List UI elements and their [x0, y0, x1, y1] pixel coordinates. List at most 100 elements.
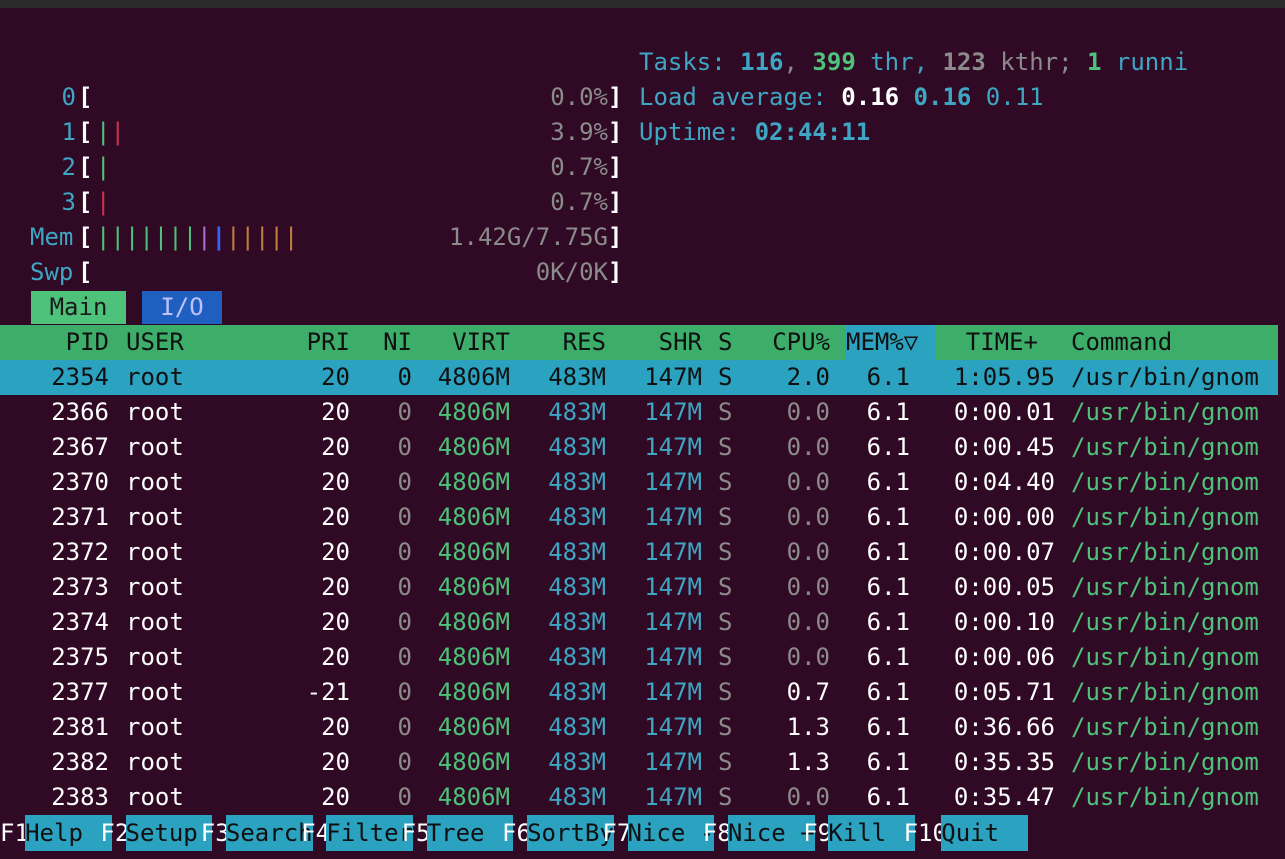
fkey-f7-label[interactable]: Nice -: [627, 815, 715, 851]
time-cell: 0:00.45: [953, 433, 1055, 461]
table-row[interactable]: 2371 root 20 0 4806M 483M 147M S 0.0 6.1 0:00.00/u…: [0, 500, 1278, 535]
nice-cell: 0: [397, 468, 412, 496]
time-cell: 0:05.71: [953, 678, 1055, 706]
column-shr[interactable]: SHR: [606, 325, 702, 360]
command-cell: /usr/bin/gnom: [1071, 398, 1259, 426]
column-state[interactable]: S: [718, 325, 732, 360]
threads-label: thr,: [855, 48, 943, 76]
meter-bracket-close: ]: [608, 83, 623, 111]
user-cell: root: [126, 573, 184, 601]
res-cell: 483M: [548, 503, 606, 531]
column-mem[interactable]: MEM%▽: [846, 325, 918, 360]
user-cell: root: [126, 468, 184, 496]
virt-cell: 4806M: [437, 538, 510, 566]
time-cell: 0:36.66: [953, 713, 1055, 741]
nice-cell: 0: [397, 678, 412, 706]
pid-cell: 2381: [51, 713, 109, 741]
shr-cell: 147M: [644, 713, 702, 741]
column-pid[interactable]: PID: [0, 325, 109, 360]
column-user[interactable]: USER: [126, 325, 184, 360]
column-cpu[interactable]: CPU%: [750, 325, 830, 360]
tab-io[interactable]: I/O: [142, 291, 222, 324]
column-time[interactable]: TIME+: [910, 325, 1038, 360]
table-row[interactable]: 2366 root 20 0 4806M 483M 147M S 0.0 6.1 0:00.01/u…: [0, 395, 1278, 430]
tab-main[interactable]: Main: [31, 291, 126, 324]
time-cell: 0:00.00: [953, 503, 1055, 531]
nice-cell: 0: [397, 748, 412, 776]
table-row[interactable]: 2373 root 20 0 4806M 483M 147M S 0.0 6.1 0:00.05/u…: [0, 570, 1278, 605]
state-cell: S: [718, 748, 733, 776]
state-cell: S: [718, 608, 733, 636]
table-row[interactable]: 2374 root 20 0 4806M 483M 147M S 0.0 6.1 0:00.10/u…: [0, 605, 1278, 640]
command-cell: /usr/bin/gnom: [1071, 678, 1259, 706]
meter-bracket-close: ]: [608, 258, 623, 286]
column-command[interactable]: Command: [1071, 325, 1172, 360]
swap-meter-label: Swp: [30, 258, 74, 286]
virt-cell: 4806M: [437, 398, 510, 426]
table-row[interactable]: 2383 root 20 0 4806M 483M 147M S 0.0 6.1 0:35.47/u…: [0, 780, 1278, 815]
virt-cell: 4806M: [437, 748, 510, 776]
pid-cell: 2367: [51, 433, 109, 461]
state-cell: S: [718, 468, 733, 496]
load-15min: 0.11: [985, 83, 1044, 111]
column-ni[interactable]: NI: [362, 325, 412, 360]
table-row-selected[interactable]: 2354 root 20 0 4806M 483M 147M S 2.0 6.1 1:05.95/u…: [0, 360, 1278, 395]
fkey-f1-label[interactable]: Help: [25, 815, 112, 851]
column-res[interactable]: RES: [510, 325, 606, 360]
res-cell: 483M: [548, 433, 606, 461]
virt-cell: 4806M: [437, 713, 510, 741]
priority-cell: 20: [321, 433, 350, 461]
priority-cell: 20: [321, 363, 350, 391]
cpu-meter-value: 0.0%: [550, 83, 608, 111]
user-cell: root: [126, 503, 184, 531]
fkey-f10-label[interactable]: Quit: [941, 815, 1028, 851]
fkey-f3-label[interactable]: Search: [225, 815, 313, 851]
cpu-cell: 1.3: [786, 713, 830, 741]
meter-bracket-open: [: [78, 153, 93, 181]
time-cell: 0:00.01: [953, 398, 1055, 426]
fkey-f2-label[interactable]: Setup: [125, 815, 213, 851]
res-cell: 483M: [548, 783, 606, 811]
command-cell: /usr/bin/gnom: [1071, 468, 1259, 496]
state-cell: S: [718, 398, 733, 426]
uptime-value: 02:44:11: [754, 118, 871, 146]
user-cell: root: [126, 678, 184, 706]
virt-cell: 4806M: [437, 363, 510, 391]
state-cell: S: [718, 643, 733, 671]
time-cell: 0:00.06: [953, 643, 1055, 671]
fkey-f6-label[interactable]: SortBy: [527, 815, 614, 851]
state-cell: S: [718, 433, 733, 461]
cpu-meter-1: 1[|| 3.9%]: [0, 80, 623, 146]
user-cell: root: [126, 433, 184, 461]
shr-cell: 147M: [644, 398, 702, 426]
column-pri[interactable]: PRI: [270, 325, 350, 360]
cpu-cell: 0.7: [786, 678, 830, 706]
fkey-f5-label[interactable]: Tree: [426, 815, 514, 851]
table-row[interactable]: 2370 root 20 0 4806M 483M 147M S 0.0 6.1 0:04.40/u…: [0, 465, 1278, 500]
mem-cell: 6.1: [866, 573, 910, 601]
tasks-summary: Tasks: 116, 399 thr, 123 kthr; 1 runni: [639, 48, 1189, 76]
load-5min: 0.16: [913, 83, 972, 111]
running-count: 1: [1087, 48, 1102, 76]
tasks-label: Tasks:: [639, 48, 741, 76]
time-cell: 0:00.10: [953, 608, 1055, 636]
res-cell: 483M: [548, 573, 606, 601]
table-row[interactable]: 2377 root -21 0 4806M 483M 147M S 0.7 6.1 0:05.71 /…: [0, 675, 1278, 710]
table-row[interactable]: 2381 root 20 0 4806M 483M 147M S 1.3 6.1 0:36.66/u…: [0, 710, 1278, 745]
res-cell: 483M: [548, 678, 606, 706]
priority-cell: 20: [321, 608, 350, 636]
nice-cell: 0: [397, 398, 412, 426]
pid-cell: 2373: [51, 573, 109, 601]
table-row[interactable]: 2382 root 20 0 4806M 483M 147M S 1.3 6.1 0:35.35/u…: [0, 745, 1278, 780]
virt-cell: 4806M: [437, 503, 510, 531]
table-row[interactable]: 2372 root 20 0 4806M 483M 147M S 0.0 6.1 0:00.07/u…: [0, 535, 1278, 570]
fkey-f9-label[interactable]: Kill: [828, 815, 915, 851]
table-row[interactable]: 2367 root 20 0 4806M 483M 147M S 0.0 6.1 0:00.45/u…: [0, 430, 1278, 465]
user-cell: root: [126, 363, 184, 391]
table-row[interactable]: 2375 root 20 0 4806M 483M 147M S 0.0 6.1 0:00.06/u…: [0, 640, 1278, 675]
fkey-f8-label[interactable]: Nice +: [727, 815, 815, 851]
state-cell: S: [718, 503, 733, 531]
fkey-f4-label[interactable]: Filter: [326, 815, 413, 851]
cpu-meter-bars: |: [96, 153, 111, 181]
column-virt[interactable]: VIRT: [414, 325, 510, 360]
